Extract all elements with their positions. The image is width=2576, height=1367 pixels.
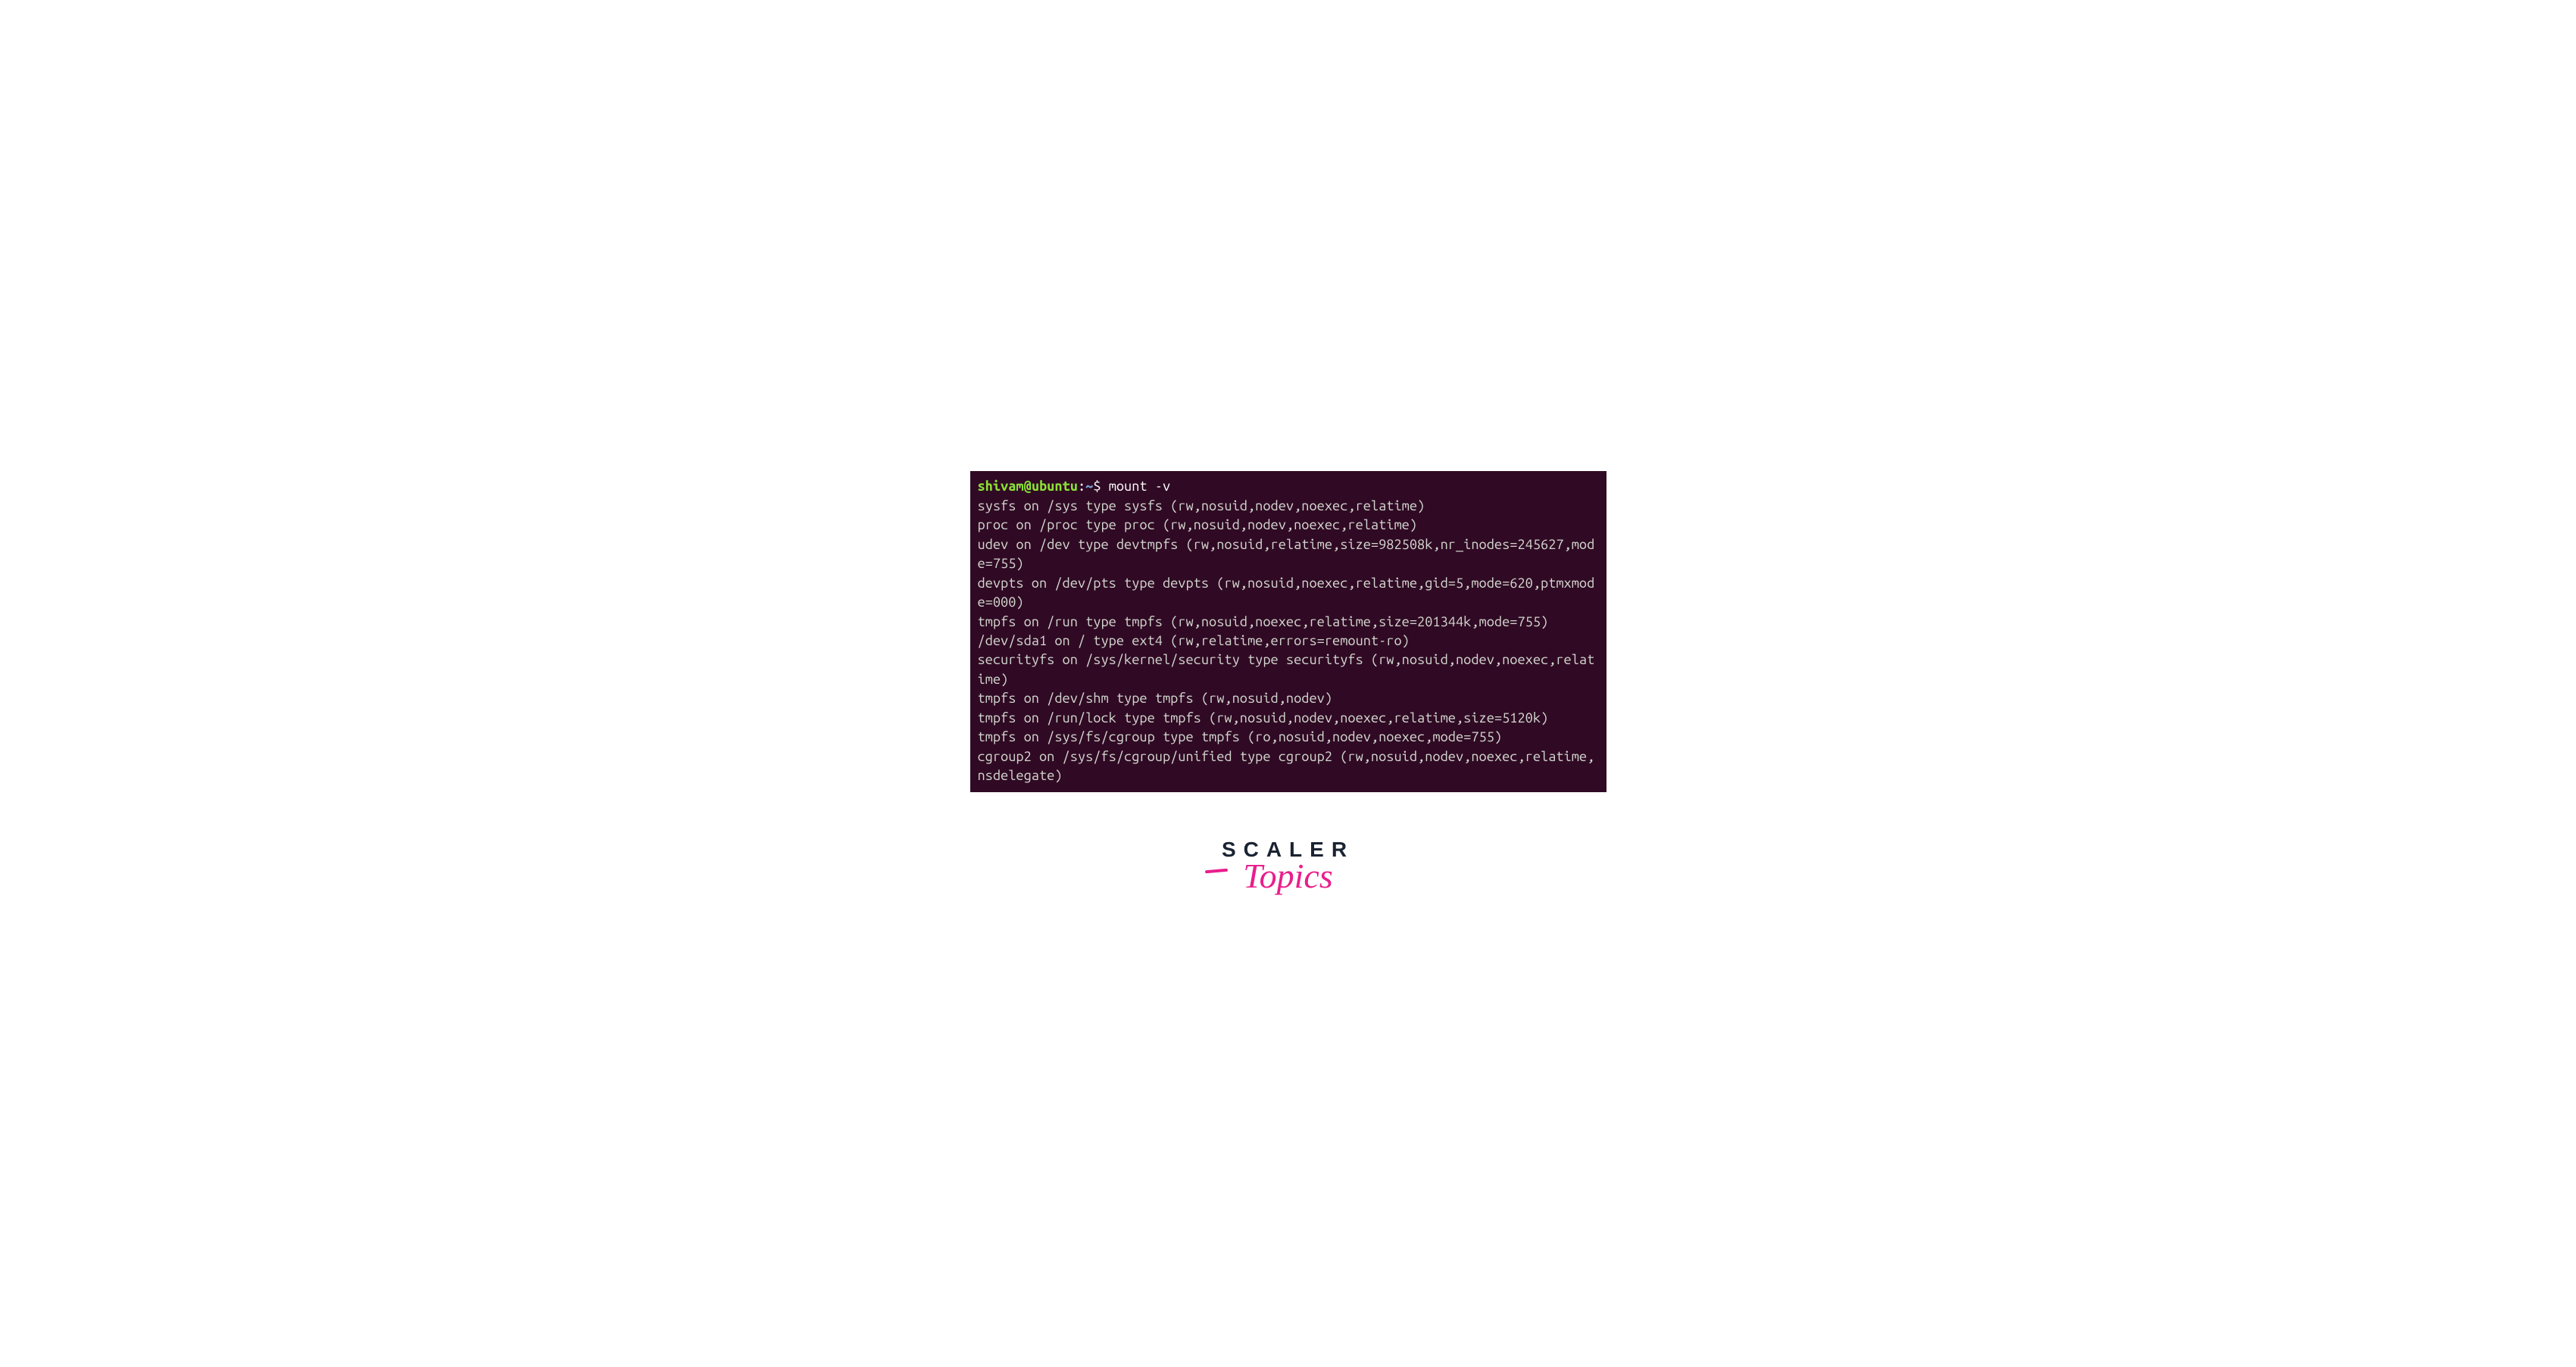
output-line: securityfs on /sys/kernel/security type … xyxy=(978,652,1595,686)
output-line: proc on /proc type proc (rw,nosuid,nodev… xyxy=(978,517,1418,532)
command-text: mount -v xyxy=(1109,479,1170,494)
output-line: devpts on /dev/pts type devpts (rw,nosui… xyxy=(978,576,1595,610)
output-line: sysfs on /sys type sysfs (rw,nosuid,node… xyxy=(978,498,1425,513)
logo-container: SCALER Topics xyxy=(1222,838,1354,896)
prompt-user: shivam xyxy=(978,479,1024,494)
prompt-path: ~ xyxy=(1085,479,1093,494)
output-line: tmpfs on /dev/shm type tmpfs (rw,nosuid,… xyxy=(978,691,1333,706)
output-line: tmpfs on /run/lock type tmpfs (rw,nosuid… xyxy=(978,710,1549,726)
output-line: cgroup2 on /sys/fs/cgroup/unified type c… xyxy=(978,749,1595,783)
terminal-window[interactable]: shivam@ubuntu:~$ mount -v sysfs on /sys … xyxy=(970,471,1606,792)
output-line: tmpfs on /run type tmpfs (rw,nosuid,noex… xyxy=(978,614,1549,629)
prompt-dollar: $ xyxy=(1093,479,1108,494)
prompt-colon: : xyxy=(1078,479,1085,494)
prompt-host: ubuntu xyxy=(1032,479,1078,494)
prompt-at: @ xyxy=(1024,479,1032,494)
output-line: udev on /dev type devtmpfs (rw,nosuid,re… xyxy=(978,537,1595,571)
output-line: /dev/sda1 on / type ext4 (rw,relatime,er… xyxy=(978,633,1410,648)
logo-topics-text: Topics xyxy=(1222,856,1354,896)
output-line: tmpfs on /sys/fs/cgroup type tmpfs (ro,n… xyxy=(978,729,1503,744)
